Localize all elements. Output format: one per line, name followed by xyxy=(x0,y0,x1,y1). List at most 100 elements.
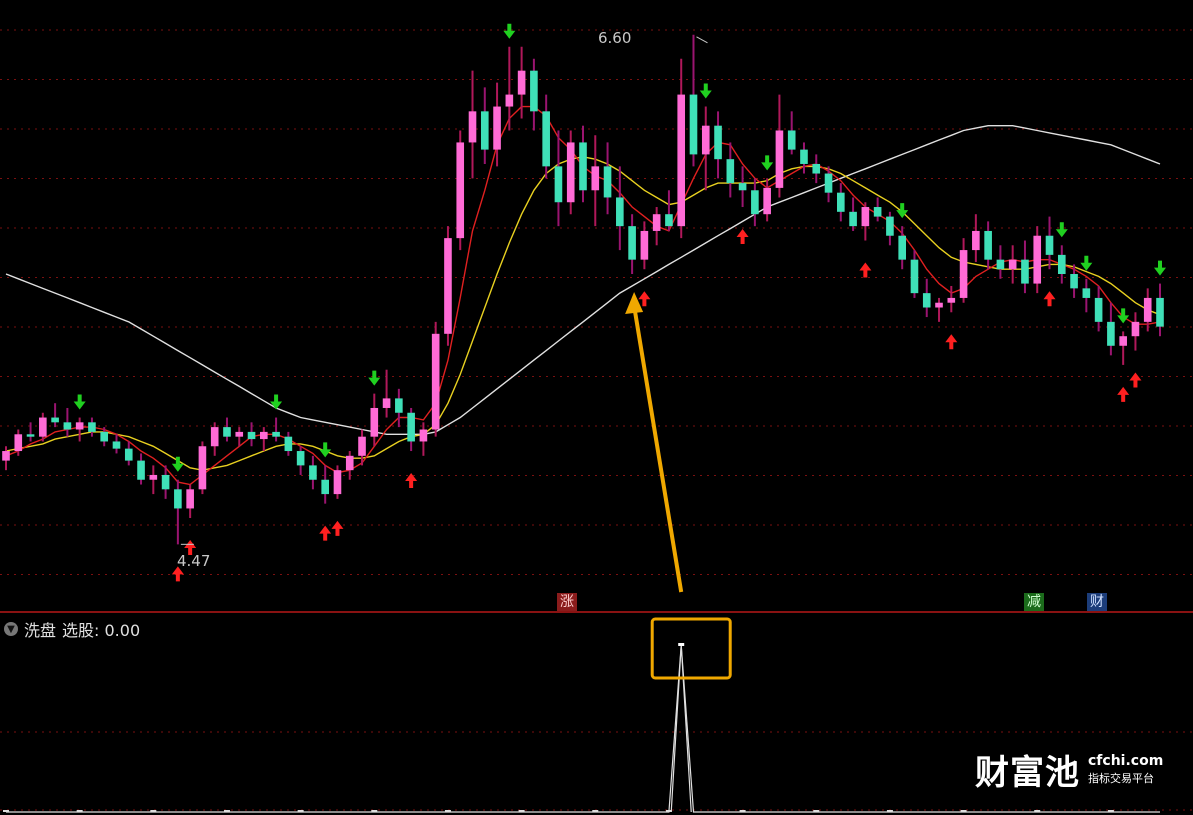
indicator-baseline-tick xyxy=(76,810,83,812)
indicator-baseline-tick xyxy=(297,810,304,812)
indicator-baseline-tick xyxy=(813,810,820,812)
candle-body xyxy=(480,111,489,150)
candle-body xyxy=(112,441,121,449)
candle-body xyxy=(407,412,415,442)
candle-body xyxy=(1057,254,1066,275)
indicator-baseline-tick xyxy=(150,810,157,812)
candle-body xyxy=(726,159,735,184)
candle-body xyxy=(1070,274,1078,289)
candle-body xyxy=(579,142,587,191)
candle-body xyxy=(787,130,796,150)
candle-body xyxy=(714,125,722,160)
candle-body xyxy=(996,259,1005,270)
chevron-down-icon[interactable]: ▼ xyxy=(4,622,18,636)
indicator-spike-cap xyxy=(678,643,685,646)
candle-body xyxy=(554,166,563,203)
candle-body xyxy=(63,422,72,430)
candle-body xyxy=(689,94,698,155)
candle-body xyxy=(763,187,771,215)
candle-body xyxy=(591,166,600,191)
candle-body xyxy=(174,489,182,509)
candle-body xyxy=(1045,235,1054,255)
candle-body xyxy=(345,455,354,471)
candle-body xyxy=(296,451,305,466)
indicator-baseline-tick xyxy=(518,810,525,812)
candle-body xyxy=(100,431,109,442)
candle-body xyxy=(1143,297,1152,322)
candle-body xyxy=(235,431,244,437)
watermark-logo: 财富池 cfchi.com 指标交易平台 xyxy=(975,745,1163,794)
indicator-baseline-tick xyxy=(3,810,9,812)
candle-body xyxy=(701,125,710,155)
candle-body xyxy=(922,293,931,308)
candle-body xyxy=(272,431,280,437)
candle-body xyxy=(775,130,784,188)
candle-body xyxy=(333,470,342,495)
candle-body xyxy=(395,398,403,413)
candle-body xyxy=(640,230,649,260)
indicator-baseline-tick xyxy=(665,810,672,812)
candle-body xyxy=(1119,336,1127,346)
candle-body xyxy=(812,163,821,174)
candle-body xyxy=(198,446,207,490)
candle-body xyxy=(431,333,440,430)
indicator-baseline-tick xyxy=(739,810,746,812)
indicator-baseline-tick xyxy=(960,810,967,812)
candle-body xyxy=(886,216,894,236)
watermark-url: cfchi.com xyxy=(1088,752,1164,769)
candle-body xyxy=(75,422,84,430)
candle-body xyxy=(751,190,759,215)
candle-body xyxy=(517,70,526,95)
indicator-select-value: 选股: 0.00 xyxy=(62,621,141,640)
candle-body xyxy=(161,474,170,490)
candle-body xyxy=(935,302,943,308)
candle-body xyxy=(603,166,612,198)
candle-body xyxy=(1033,235,1042,284)
candle-body xyxy=(382,398,391,408)
candle-body xyxy=(223,427,231,437)
candle-body xyxy=(309,465,317,480)
candle-body xyxy=(137,460,145,480)
candle-body xyxy=(898,235,906,260)
indicator-header[interactable]: ▼ 洗盘 选股: 0.00 xyxy=(4,617,140,641)
candle-body xyxy=(972,230,980,251)
candle-body xyxy=(984,230,992,260)
candle-body xyxy=(837,192,845,212)
candle-body xyxy=(247,431,256,440)
candle-body xyxy=(124,448,133,461)
candle-body xyxy=(260,431,268,440)
candle-body xyxy=(677,94,686,227)
candle-body xyxy=(652,214,661,231)
candle-body xyxy=(628,226,636,260)
candle-body xyxy=(468,111,477,143)
candle-body xyxy=(910,259,919,294)
candle-body xyxy=(1156,297,1164,327)
candle-body xyxy=(959,250,968,298)
candle-body xyxy=(1008,259,1017,270)
candle-body xyxy=(149,474,158,480)
candle-body xyxy=(873,207,882,217)
candle-body xyxy=(824,173,833,193)
candle-body xyxy=(210,427,219,447)
candle-body xyxy=(1021,259,1029,284)
candle-body xyxy=(738,183,747,191)
candle-body xyxy=(14,434,23,452)
candle-body xyxy=(542,111,550,167)
stock-chart[interactable] xyxy=(0,0,1193,815)
high-price-label: 6.60 xyxy=(598,29,632,47)
candle-body xyxy=(849,211,857,227)
candle-body xyxy=(2,451,10,461)
candle-body xyxy=(26,434,35,437)
tag-cai: 财 xyxy=(1087,593,1107,611)
candle-body xyxy=(616,197,624,227)
candle-body xyxy=(800,149,808,164)
candle-body xyxy=(505,94,514,107)
indicator-baseline-tick xyxy=(592,810,599,812)
candle-body xyxy=(947,297,956,303)
indicator-name: 洗盘 xyxy=(24,621,57,640)
candle-body xyxy=(530,70,538,112)
candle-body xyxy=(456,142,465,239)
candle-body xyxy=(88,422,96,432)
indicator-baseline-tick xyxy=(444,810,451,812)
candle-body xyxy=(186,489,194,509)
